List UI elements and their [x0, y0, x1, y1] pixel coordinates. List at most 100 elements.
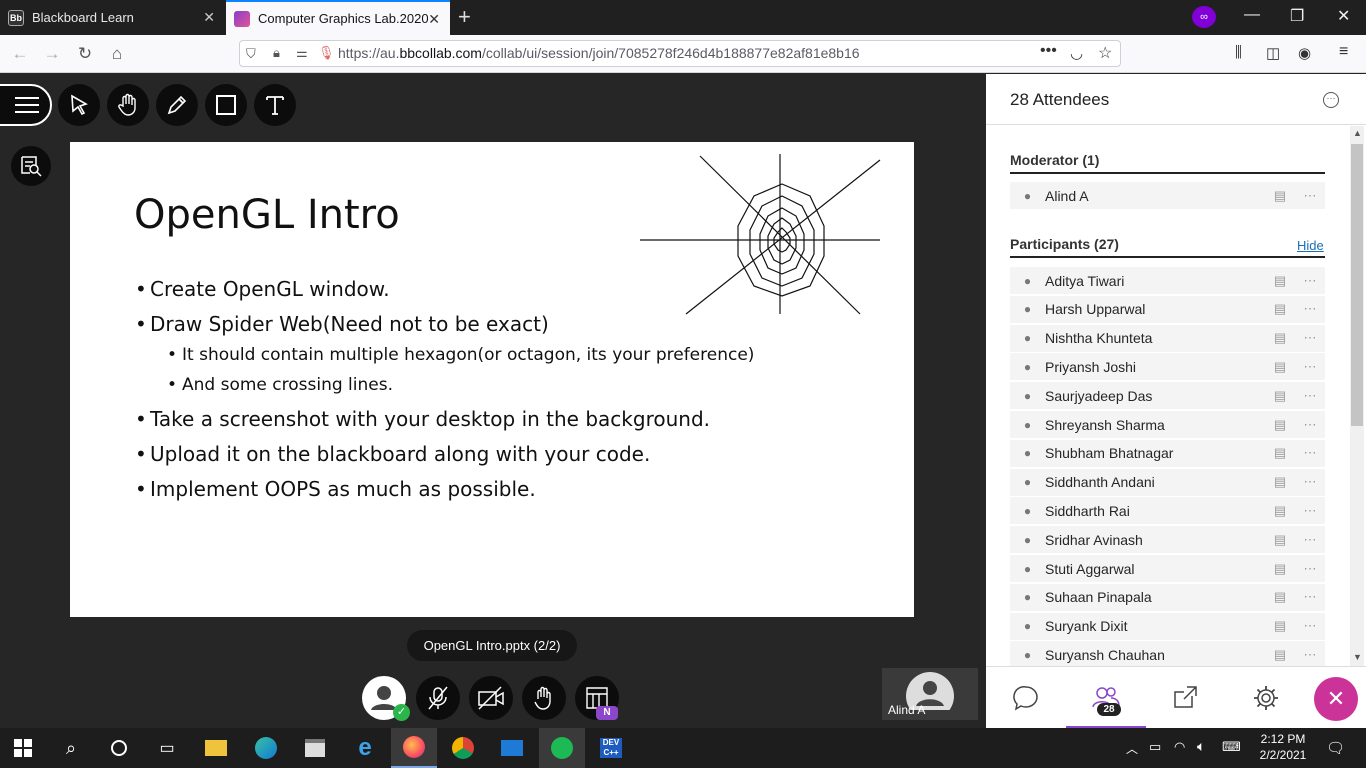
list-icon[interactable]: ▤ [1265, 445, 1295, 461]
account-icon[interactable]: ◉ [1298, 44, 1311, 62]
battery-icon[interactable]: ▭ [1149, 739, 1161, 755]
list-icon[interactable]: ▤ [1265, 589, 1295, 605]
microphone-blocked-icon[interactable]: 🎙︎ [318, 45, 335, 61]
scroll-down-icon[interactable]: ▼ [1353, 652, 1362, 662]
close-panel-button[interactable]: ✕ [1314, 677, 1358, 721]
more-icon[interactable]: ⋯ [1295, 301, 1325, 317]
notifications-icon[interactable]: 🗨︎ [1326, 739, 1345, 757]
list-icon[interactable]: ▤ [1265, 359, 1295, 375]
zoom-tool-button[interactable] [11, 146, 51, 186]
back-icon[interactable]: ← [10, 44, 30, 64]
participant-row[interactable]: ● Siddharth Rai ▤ ⋯ [1010, 497, 1325, 525]
pocket-icon[interactable]: ◡ [1070, 44, 1083, 62]
page-actions-icon[interactable]: ••• [1040, 42, 1057, 60]
minimize-icon[interactable]: — [1244, 6, 1260, 24]
pan-tool-button[interactable] [107, 84, 149, 126]
shield-icon[interactable]: ⛉ [246, 46, 256, 62]
list-icon[interactable]: ▤ [1265, 273, 1295, 289]
system-clock[interactable]: 2:12 PM 2/2/2021 [1248, 731, 1318, 763]
more-icon[interactable]: ⋯ [1295, 647, 1325, 663]
microphone-button[interactable] [416, 676, 460, 720]
reload-icon[interactable]: ↻ [75, 44, 95, 64]
participant-row[interactable]: ● Suhaan Pinapala ▤ ⋯ [1010, 583, 1325, 611]
search-icon[interactable]: ⌕ [48, 728, 94, 768]
more-icon[interactable]: ⋯ [1295, 474, 1325, 490]
scroll-up-icon[interactable]: ▲ [1353, 128, 1362, 138]
home-icon[interactable]: ⌂ [107, 44, 127, 64]
keyboard-icon[interactable]: ⌨ [1222, 739, 1241, 755]
participant-row[interactable]: ● Shubham Bhatnagar ▤ ⋯ [1010, 439, 1325, 467]
close-tab-icon[interactable]: ✕ [428, 11, 440, 28]
moderator-row[interactable]: ● Alind A ▤ ⋯ [1010, 182, 1325, 209]
attendees-button[interactable]: 28 [1066, 667, 1146, 729]
menu-icon[interactable]: ≡ [1339, 43, 1348, 61]
more-icon[interactable]: ⋯ [1295, 359, 1325, 375]
share-content-button[interactable] [1146, 667, 1226, 729]
list-icon[interactable]: ▤ [1265, 474, 1295, 490]
new-tab-icon[interactable]: + [458, 4, 471, 30]
tab-computer-graphics-lab[interactable]: Computer Graphics Lab.2020.8 ✕ [226, 0, 450, 35]
start-button[interactable] [0, 728, 46, 768]
close-tab-icon[interactable]: ✕ [203, 9, 215, 26]
bookmark-star-icon[interactable]: ☆ [1098, 43, 1112, 63]
library-icon[interactable]: ⫼ [1235, 44, 1242, 61]
tab-blackboard-learn[interactable]: Bb Blackboard Learn ✕ [0, 0, 225, 35]
url-bar[interactable]: https://au.bbcollab.com/collab/ui/sessio… [239, 40, 1121, 67]
participant-row[interactable]: ● Suryansh Chauhan ▤ ⋯ [1010, 641, 1325, 669]
scrollbar-thumb[interactable] [1351, 144, 1363, 426]
internet-explorer-icon[interactable]: e [342, 728, 388, 768]
list-icon[interactable]: ▤ [1265, 301, 1295, 317]
chevron-up-icon[interactable]: ︿ [1126, 740, 1138, 757]
more-icon[interactable]: ⋯ [1295, 561, 1325, 577]
forward-icon[interactable]: → [42, 44, 62, 64]
chrome-icon[interactable] [440, 728, 486, 768]
participant-row[interactable]: ● Nishtha Khunteta ▤ ⋯ [1010, 324, 1325, 352]
cortana-icon[interactable] [96, 728, 142, 768]
volume-icon[interactable]: 🔈︎ [1197, 738, 1205, 755]
list-icon[interactable]: ▤ [1265, 188, 1295, 204]
shape-tool-button[interactable] [205, 84, 247, 126]
more-icon[interactable]: ⋯ [1295, 330, 1325, 346]
participant-row[interactable]: ● Aditya Tiwari ▤ ⋯ [1010, 267, 1325, 294]
list-icon[interactable]: ▤ [1265, 417, 1295, 433]
file-explorer-icon[interactable] [193, 728, 239, 768]
more-icon[interactable]: ⋯ [1295, 417, 1325, 433]
participant-row[interactable]: ● Shreyansh Sharma ▤ ⋯ [1010, 411, 1325, 438]
more-icon[interactable]: ⋯ [1295, 589, 1325, 605]
participant-row[interactable]: ● Sridhar Avinash ▤ ⋯ [1010, 526, 1325, 554]
select-tool-button[interactable] [58, 84, 100, 126]
edge-icon[interactable] [243, 728, 289, 768]
firefox-icon[interactable] [391, 728, 437, 768]
mail-icon[interactable] [489, 728, 535, 768]
sidebar-icon[interactable]: ◫ [1266, 44, 1280, 62]
list-icon[interactable]: ▤ [1265, 388, 1295, 404]
list-icon[interactable]: ▤ [1265, 503, 1295, 519]
more-icon[interactable]: ⋯ [1295, 188, 1325, 204]
settings-button[interactable] [1226, 667, 1306, 729]
spotify-icon[interactable] [539, 728, 585, 768]
more-options-icon[interactable]: ··· [1323, 92, 1339, 108]
participant-row[interactable]: ● Priyansh Joshi ▤ ⋯ [1010, 353, 1325, 381]
dev-cpp-icon[interactable]: DEV C++ [588, 728, 634, 768]
participant-row[interactable]: ● Harsh Upparwal ▤ ⋯ [1010, 295, 1325, 323]
list-icon[interactable]: ▤ [1265, 330, 1295, 346]
text-tool-button[interactable] [254, 84, 296, 126]
list-icon[interactable]: ▤ [1265, 618, 1295, 634]
more-icon[interactable]: ⋯ [1295, 503, 1325, 519]
list-icon[interactable]: ▤ [1265, 561, 1295, 577]
participant-row[interactable]: ● Saurjyadeep Das ▤ ⋯ [1010, 382, 1325, 410]
participant-row[interactable]: ● Suryank Dixit ▤ ⋯ [1010, 612, 1325, 640]
hide-participants-link[interactable]: Hide [1297, 238, 1324, 253]
store-icon[interactable] [292, 728, 338, 768]
task-view-icon[interactable]: ▭ [144, 728, 190, 768]
participant-row[interactable]: ● Stuti Aggarwal ▤ ⋯ [1010, 555, 1325, 582]
list-icon[interactable]: ▤ [1265, 532, 1295, 548]
wifi-icon[interactable]: ◠ [1174, 739, 1185, 755]
close-window-icon[interactable]: ✕ [1337, 6, 1350, 26]
more-icon[interactable]: ⋯ [1295, 388, 1325, 404]
chat-button[interactable] [986, 667, 1066, 729]
more-icon[interactable]: ⋯ [1295, 532, 1325, 548]
more-icon[interactable]: ⋯ [1295, 618, 1325, 634]
session-menu-button[interactable] [0, 84, 52, 126]
camera-button[interactable] [469, 676, 513, 720]
